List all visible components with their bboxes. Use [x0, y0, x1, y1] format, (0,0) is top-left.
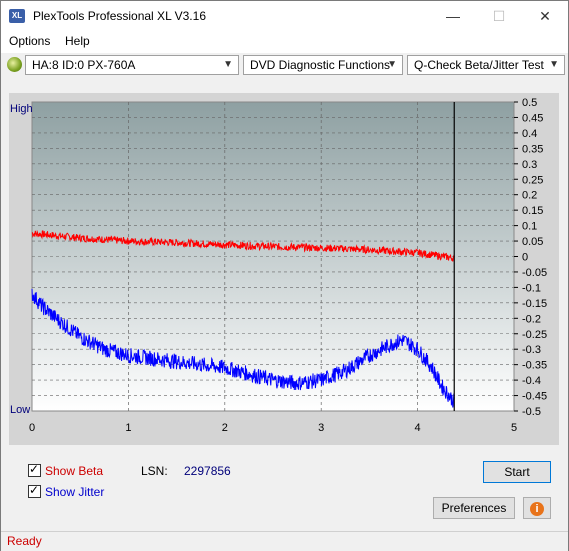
status-bar: Ready — [1, 531, 568, 551]
start-button-label: Start — [504, 465, 530, 479]
axis-low-label: Low — [10, 404, 30, 416]
y-tick-label: -0.2 — [522, 313, 541, 325]
lsn-label: LSN: — [141, 464, 168, 478]
y-tick-label: 0.15 — [522, 205, 543, 217]
y-tick-label: 0.05 — [522, 236, 543, 248]
y-tick-label: 0 — [522, 252, 528, 264]
start-button[interactable]: Start — [483, 461, 551, 483]
test-select-value: Q-Check Beta/Jitter Test — [414, 58, 544, 72]
y-tick-label: 0.4 — [522, 128, 537, 140]
chevron-down-icon: ▼ — [549, 59, 559, 70]
x-tick-label: 0 — [29, 422, 35, 434]
function-select[interactable]: DVD Diagnostic Functions ▼ — [243, 55, 403, 75]
y-tick-label: 0.1 — [522, 221, 537, 233]
y-tick-label: 0.5 — [522, 97, 537, 109]
status-text: Ready — [7, 534, 42, 548]
preferences-button[interactable]: Preferences — [433, 497, 515, 519]
menu-help[interactable]: Help — [65, 34, 90, 48]
toolbar: HA:8 ID:0 PX-760A ▼ DVD Diagnostic Funct… — [1, 53, 568, 79]
y-tick-label: 0.35 — [522, 143, 543, 155]
drive-icon — [7, 57, 22, 72]
menu-bar: Options Help — [1, 31, 568, 53]
y-tick-label: -0.1 — [522, 282, 541, 294]
x-tick-label: 3 — [318, 422, 324, 434]
preferences-button-label: Preferences — [441, 501, 507, 515]
y-tick-label: -0.35 — [522, 360, 547, 372]
minimize-icon[interactable]: — — [430, 1, 476, 31]
drive-select[interactable]: HA:8 ID:0 PX-760A ▼ — [25, 55, 239, 75]
app-logo-icon: XL — [9, 9, 25, 23]
y-tick-label: 0.2 — [522, 190, 537, 202]
show-beta-checkbox[interactable] — [28, 462, 41, 477]
chart-panel: 0 1 2 3 4 5 0.5 0.45 0.4 0.35 0.3 0.25 0.2 0.15 0.1 0.0… — [9, 93, 559, 445]
menu-options[interactable]: Options — [9, 34, 50, 48]
function-select-value: DVD Diagnostic Functions — [250, 58, 391, 72]
chevron-down-icon: ▼ — [387, 59, 397, 70]
y-tick-label: -0.3 — [522, 344, 541, 356]
axis-high-label: High — [10, 103, 33, 115]
show-beta-label[interactable]: Show Beta — [45, 464, 103, 478]
show-jitter-checkbox[interactable] — [28, 483, 41, 498]
lsn-value: 2297856 — [184, 464, 231, 478]
y-tick-label: -0.25 — [522, 329, 547, 341]
y-tick-label: -0.05 — [522, 267, 547, 279]
x-tick-label: 5 — [511, 422, 517, 434]
info-button[interactable]: i — [523, 497, 551, 519]
drive-select-value: HA:8 ID:0 PX-760A — [32, 58, 136, 72]
y-tick-label: -0.45 — [522, 391, 547, 403]
y-tick-label: -0.15 — [522, 298, 547, 310]
x-tick-label: 2 — [222, 422, 228, 434]
y-tick-label: 0.25 — [522, 174, 543, 186]
window-title: PlexTools Professional XL V3.16 — [33, 9, 206, 23]
test-select[interactable]: Q-Check Beta/Jitter Test ▼ — [407, 55, 565, 75]
x-tick-label: 4 — [415, 422, 421, 434]
maximize-icon[interactable]: ☐ — [476, 1, 522, 31]
show-jitter-label[interactable]: Show Jitter — [45, 485, 104, 499]
y-tick-label: -0.4 — [522, 375, 541, 387]
y-tick-label: -0.5 — [522, 406, 541, 418]
chevron-down-icon: ▼ — [223, 59, 233, 70]
beta-jitter-chart: 0 1 2 3 4 5 0.5 0.45 0.4 0.35 0.3 0.25 0.2 0.15 0.1 0.0… — [10, 97, 547, 434]
options-panel: Show Beta Show Jitter LSN: 2297856 Start… — [9, 456, 559, 522]
title-bar: XL PlexTools Professional XL V3.16 — ☐ ✕ — [1, 1, 568, 31]
main-window: XL PlexTools Professional XL V3.16 — ☐ ✕… — [0, 0, 569, 551]
y-tick-label: 0.3 — [522, 159, 537, 171]
y-tick-label: 0.45 — [522, 112, 543, 124]
x-tick-label: 1 — [125, 422, 131, 434]
info-icon: i — [530, 502, 544, 516]
close-icon[interactable]: ✕ — [522, 1, 568, 31]
